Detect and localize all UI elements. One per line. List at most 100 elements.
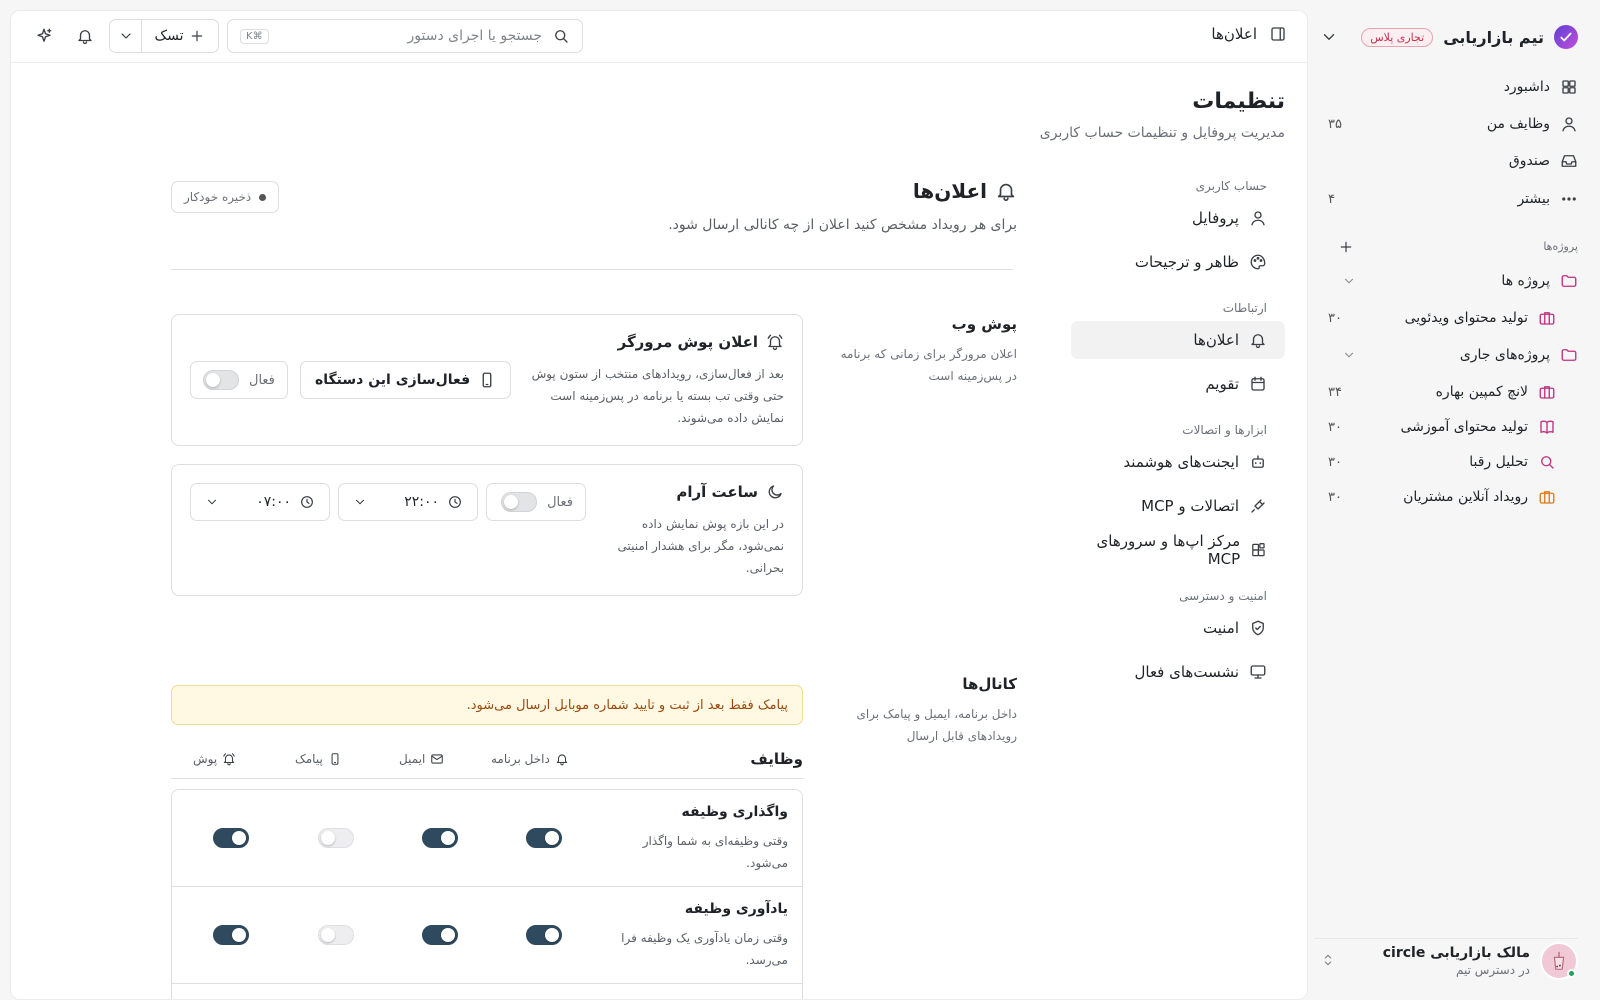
sidebar-item-label: پروژه ها [1501,273,1550,289]
bell-icon [1251,334,1265,349]
toggle-email[interactable] [422,828,458,848]
sidebar-project-item[interactable]: تولید محتوای ویدئویی ۳۰ [1314,302,1556,334]
new-task-button[interactable]: تسک [142,20,218,52]
search-input[interactable]: جستجو یا اجرای دستور ⌘K [227,19,583,53]
sidebar-item-my-tasks[interactable]: وظایف من ۳۵ [1314,108,1578,140]
channels-table: واگذاری وظیفه وقتی وظیفه‌ای به شما واگذا… [171,789,803,999]
column-push: پوش [193,752,236,766]
row-title: واگذاری وظیفه [681,804,788,820]
team-logo-icon [1554,25,1578,49]
item-count: ۴ [1328,191,1335,207]
channels-group-title: کانال‌ها [962,675,1017,693]
settings-item-profile[interactable]: پروفایل [1071,199,1285,237]
browser-push-title: اعلان پوش مرورگر [617,333,758,351]
chevron-down-icon [207,499,217,505]
quiet-hours-header: ساعت آرام [676,483,784,501]
bell-icon[interactable] [76,27,94,45]
search-placeholder: جستجو یا اجرای دستور [407,28,542,44]
topbar-title: اعلان‌ها [1211,25,1287,43]
row-description-line: وقتی زمان یادآوری یک وظیفه فرا [621,931,788,945]
sidebar-item-dashboard[interactable]: داشبورد [1314,71,1578,103]
sidebar-project-item[interactable]: تحلیل رقبا ۳۰ [1314,446,1556,478]
chevron-down-icon[interactable] [1342,348,1356,362]
settings-item-security[interactable]: امنیت [1071,609,1285,647]
sidebar-project-item[interactable]: رویداد آنلاین مشتریان ۳۰ [1314,481,1556,513]
team-switcher[interactable]: تیم بازاریابی تجاری پلاس [1314,22,1578,52]
sidebar-item-label: صندوق [1508,153,1550,169]
settings-item-appearance[interactable]: ظاهر و ترجیحات [1071,243,1285,281]
browser-push-toggle-pill: فعال [190,361,288,399]
task-dropdown-button[interactable] [110,20,142,52]
browser-push-toggle[interactable] [203,370,239,390]
row-title: یادآوری وظیفه [684,901,788,917]
sparkles-icon[interactable] [35,27,53,45]
settings-section-tools: ابزارها و اتصالات [1182,423,1267,437]
sidebar-project-item[interactable]: تولید محتوای آموزشی ۳۰ [1314,411,1556,443]
page-subtitle: مدیریت پروفایل و تنظیمات حساب کاربری [1039,125,1285,141]
user-menu[interactable]: مالک بازاریابی circle در دسترس تیم [1314,938,1578,982]
settings-item-connections[interactable]: اتصالات و MCP [1071,487,1285,525]
toggle-push[interactable] [213,925,249,945]
quiet-hours-toggle-pill: فعال [486,483,586,521]
clock-icon [449,496,461,508]
chevron-updown-icon[interactable] [1320,952,1336,968]
browser-push-description: بعد از فعال‌سازی، رویدادهای منتخب از ستو… [532,363,784,429]
settings-item-app-center[interactable]: مرکز اپ‌ها و سرورهای MCP [1071,531,1285,569]
item-count: ۳۰ [1328,489,1342,505]
bell-icon [997,183,1015,201]
chevron-down-icon[interactable] [1320,28,1338,46]
settings-item-calendar[interactable]: تقویم [1071,365,1285,403]
sidebar-toggle-icon[interactable] [1269,25,1287,43]
sidebar-item-label: لانچ کمپین بهاره [1435,384,1528,400]
toggle-push[interactable] [213,828,249,848]
row-description: وقتی زمان یادآوری یک وظیفه فرا می‌رسد. [618,927,788,971]
toggle-sms[interactable] [318,925,354,945]
briefcase-icon [1539,312,1555,325]
settings-item-label: امنیت [1203,619,1239,637]
plus-icon[interactable] [1338,239,1354,255]
palette-icon [1250,254,1266,270]
plan-badge: تجاری پلاس [1361,27,1434,47]
toggle-sms[interactable] [318,828,354,848]
sidebar-project-item[interactable]: لانچ کمپین بهاره ۳۴ [1314,376,1556,408]
quiet-hours-toggle[interactable] [501,492,538,512]
main-panel: اعلان‌ها جستجو یا اجرای دستور ⌘K تسک تنظ… [10,10,1308,1000]
settings-item-sessions[interactable]: نشست‌های فعال [1071,653,1285,691]
activate-device-button[interactable]: فعال‌سازی این دستگاه [300,361,512,399]
briefcase-icon [1539,491,1555,504]
folder-icon [1561,275,1577,287]
user-icon [1562,117,1576,132]
toggle-in-app[interactable] [526,828,562,848]
chevron-down-icon [120,33,131,39]
sidebar-item-label: بیشتر [1517,191,1550,207]
settings-item-label: ایجنت‌های هوشمند [1123,453,1239,471]
push-group-description: اعلان مرورگر برای زمانی که برنامه در پس‌… [840,347,1017,383]
row-description: وقتی وظیفه‌ای به شما واگذار می‌شود. [618,830,788,874]
divider [171,269,1013,270]
chevron-down-icon[interactable] [1342,274,1356,288]
channels-table-header: وظایف داخل برنامه ایمیل پیامک پوش [171,741,803,779]
quiet-hours-to-select[interactable]: ۰۷:۰۰ [190,483,330,521]
user-card[interactable]: مالک بازاریابی circle در دسترس تیم [1314,939,1578,983]
bot-icon [1252,455,1264,468]
toggle-in-app[interactable] [526,925,562,945]
quiet-hours-from-select[interactable]: ۲۲:۰۰ [338,483,478,521]
shield-icon [1252,620,1264,636]
notifications-heading: اعلان‌ها [913,179,1017,203]
sms-notice-alert: پیامک فقط بعد از ثبت و تایید شماره موبای… [171,685,803,725]
sidebar-item-inbox[interactable]: صندوق [1314,145,1578,177]
sidebar-item-label: پروژه‌های جاری [1459,347,1550,363]
settings-item-notifications[interactable]: اعلان‌ها [1071,321,1285,359]
sidebar-item-more[interactable]: بیشتر ۴ [1314,183,1578,215]
browser-push-line: بعد از فعال‌سازی، رویدادهای منتخب از ستو… [531,367,784,381]
avatar [1540,942,1578,980]
toggle-email[interactable] [422,925,458,945]
sidebar-item-label: داشبورد [1503,79,1550,95]
sidebar-project-folder[interactable]: پروژه ها [1314,265,1578,297]
grid-icon [1562,80,1576,94]
monitor-icon [1250,665,1266,679]
settings-item-agents[interactable]: ایجنت‌های هوشمند [1071,443,1285,481]
top-bar: اعلان‌ها جستجو یا اجرای دستور ⌘K تسک [11,11,1307,63]
sidebar-project-folder[interactable]: پروژه‌های جاری [1314,339,1578,371]
row-description-line: وقتی وظیفه‌ای به شما واگذار [642,834,788,848]
